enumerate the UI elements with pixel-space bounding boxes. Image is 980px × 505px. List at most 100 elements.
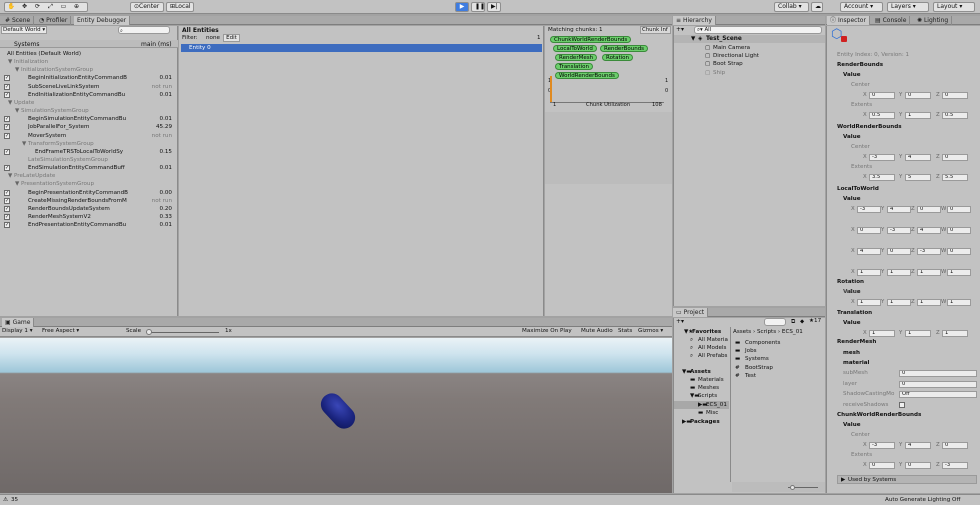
system-row[interactable]: ▼ PreLateUpdate: [0, 172, 178, 180]
layer-field[interactable]: 0: [899, 381, 977, 388]
chunk-info-button[interactable]: Chunk Inf: [640, 26, 671, 34]
component-chip[interactable]: Rotation: [602, 54, 634, 61]
system-enabled-checkbox[interactable]: ✓: [4, 222, 10, 229]
system-row[interactable]: ✓ JobParallelFor_System 45.29: [0, 123, 178, 131]
system-enabled-checkbox[interactable]: ✓: [4, 132, 10, 139]
value-field-z[interactable]: 0: [942, 154, 968, 161]
system-enabled-checkbox[interactable]: ✓: [4, 205, 10, 212]
asset-folder[interactable]: ▶▬ ECS_01: [674, 400, 729, 409]
entity-row[interactable]: Entity 0: [181, 44, 542, 52]
value-field-z[interactable]: 1: [942, 330, 968, 337]
system-row[interactable]: ✓ SubSceneLiveLinkSystem not run: [0, 83, 178, 91]
system-row[interactable]: ✓ BeginPresentationEntityCommandB 0.00: [0, 189, 178, 197]
scale-icon[interactable]: ⤢: [44, 3, 57, 11]
value-field-z[interactable]: -3: [942, 462, 968, 469]
project-create-button[interactable]: +▾: [676, 318, 684, 325]
system-enabled-checkbox[interactable]: ✓: [4, 124, 10, 131]
value-field-x[interactable]: 4: [857, 248, 881, 255]
system-enabled-checkbox[interactable]: ✓: [4, 91, 10, 98]
value-field-y[interactable]: 0: [905, 92, 931, 99]
value-field-x[interactable]: 3.5: [869, 174, 895, 181]
component-chip[interactable]: ChunkWorldRenderBounds: [550, 36, 632, 43]
packages-row[interactable]: ▶▬ Packages: [674, 418, 729, 426]
account-dropdown[interactable]: Account ▾: [840, 2, 883, 12]
value-field-y[interactable]: 5: [905, 174, 931, 181]
system-row[interactable]: ▼ Initialization: [0, 58, 178, 66]
system-row[interactable]: LateSimulationSystemGroup: [0, 156, 178, 164]
expand-arrow-icon[interactable]: ▼: [15, 107, 19, 115]
value-field-y[interactable]: 1: [887, 269, 911, 276]
layers-dropdown[interactable]: Layers ▾: [887, 2, 929, 12]
value-field-x[interactable]: 0: [857, 227, 881, 234]
world-dropdown[interactable]: Default World ▾: [1, 26, 47, 34]
value-field-z[interactable]: 0: [942, 92, 968, 99]
favorite-item[interactable]: ⌕ All Models: [674, 344, 729, 352]
rect-icon[interactable]: ▭: [57, 3, 70, 11]
hierarchy-search-input[interactable]: ⌕▾ All: [694, 26, 822, 34]
system-enabled-checkbox[interactable]: ✓: [4, 116, 10, 123]
hierarchy-item[interactable]: ▢ Directional Light: [674, 52, 825, 60]
scale-slider-thumb[interactable]: [146, 329, 152, 335]
tab-scene[interactable]: # Scene: [2, 16, 35, 25]
rotate-icon[interactable]: ⟳: [31, 3, 44, 11]
value-field-z[interactable]: -3: [917, 248, 941, 255]
tab-game[interactable]: ▣ Game: [2, 318, 35, 327]
shadow-dropdown[interactable]: Off: [899, 391, 977, 398]
scale-slider[interactable]: [147, 332, 219, 333]
system-row[interactable]: ✓ CreateMissingRenderBoundsFromM not run: [0, 197, 178, 205]
transform-icon[interactable]: ⊕: [70, 3, 83, 11]
value-field-z[interactable]: 0.5: [942, 112, 968, 119]
value-field-x[interactable]: 0: [869, 92, 895, 99]
tab-hierarchy[interactable]: ≡ Hierarchy: [673, 16, 716, 25]
system-row[interactable]: ▼ Update: [0, 99, 178, 107]
project-file[interactable]: ▬ Jobs: [733, 347, 823, 355]
gizmos-dropdown[interactable]: Gizmos ▾: [638, 328, 663, 334]
expand-arrow-icon[interactable]: ▼: [22, 140, 26, 148]
component-chip[interactable]: LocalToWorld: [553, 45, 597, 52]
value-field-x[interactable]: 0.5: [869, 112, 895, 119]
system-enabled-checkbox[interactable]: ✓: [4, 165, 10, 172]
tab-project[interactable]: ▭ Project: [673, 308, 709, 317]
system-enabled-checkbox[interactable]: ✓: [4, 148, 10, 155]
stats-toggle[interactable]: Stats: [618, 328, 632, 334]
systems-search-input[interactable]: ⌕: [118, 26, 170, 34]
project-file[interactable]: # BootStrap: [733, 364, 823, 372]
receive-shadows-checkbox[interactable]: [899, 402, 905, 408]
hierarchy-scene-row[interactable]: ▼ ◈ Test_Scene: [674, 35, 825, 43]
layout-dropdown[interactable]: Layout ▾: [933, 2, 975, 12]
hierarchy-item[interactable]: ▢ Main Camera: [674, 44, 825, 52]
value-field-w[interactable]: 0: [947, 206, 971, 213]
hierarchy-create-button[interactable]: +▾: [676, 26, 690, 34]
system-row[interactable]: All Entities (Default World): [0, 50, 178, 58]
display-dropdown[interactable]: Display 1 ▾: [2, 328, 33, 334]
value-field-y[interactable]: 1: [905, 112, 931, 119]
game-viewport[interactable]: [0, 338, 672, 493]
value-field-y[interactable]: -3: [887, 227, 911, 234]
value-field-w[interactable]: 0: [947, 248, 971, 255]
value-field-x[interactable]: -3: [869, 442, 895, 449]
system-enabled-checkbox[interactable]: ✓: [4, 214, 10, 220]
expand-arrow-icon[interactable]: ▼: [15, 66, 19, 74]
used-by-systems-foldout[interactable]: ▶ Used by Systems: [837, 475, 977, 484]
system-row[interactable]: ✓ EndSimulationEntityCommandBuff 0.01: [0, 164, 178, 172]
value-field-x[interactable]: 1: [857, 299, 881, 306]
component-chip[interactable]: WorldRenderBounds: [555, 72, 619, 79]
system-row[interactable]: ▼ InitializationSystemGroup: [0, 66, 178, 74]
pivot-center-button[interactable]: ⊙Center: [130, 2, 164, 12]
component-chip[interactable]: RenderBounds: [600, 45, 649, 52]
system-row[interactable]: ✓ EndInitializationEntityCommandBu 0.01: [0, 91, 178, 99]
value-field-x[interactable]: 0: [869, 462, 895, 469]
system-row[interactable]: ✓ MoverSystem not run: [0, 132, 178, 140]
value-field-y[interactable]: 4: [887, 206, 911, 213]
value-field-x[interactable]: -3: [857, 206, 881, 213]
expand-arrow-icon[interactable]: ▼: [8, 58, 12, 66]
system-row[interactable]: ✓ RenderBoundsUpdateSystem 0.20: [0, 205, 178, 213]
favorites-row[interactable]: ▼★ Favorites: [674, 328, 729, 336]
play-button[interactable]: ▶: [455, 2, 469, 12]
favorite-item[interactable]: ⌕ All Prefabs: [674, 352, 729, 360]
cloud-icon[interactable]: ☁: [811, 2, 823, 12]
system-row[interactable]: ✓ EndFrameTRSToLocalToWorldSy 0.15: [0, 148, 178, 156]
component-chip[interactable]: Translation: [555, 63, 593, 70]
collab-dropdown[interactable]: Collab ▾: [774, 2, 809, 12]
tab-console[interactable]: ▤ Console: [872, 16, 911, 25]
